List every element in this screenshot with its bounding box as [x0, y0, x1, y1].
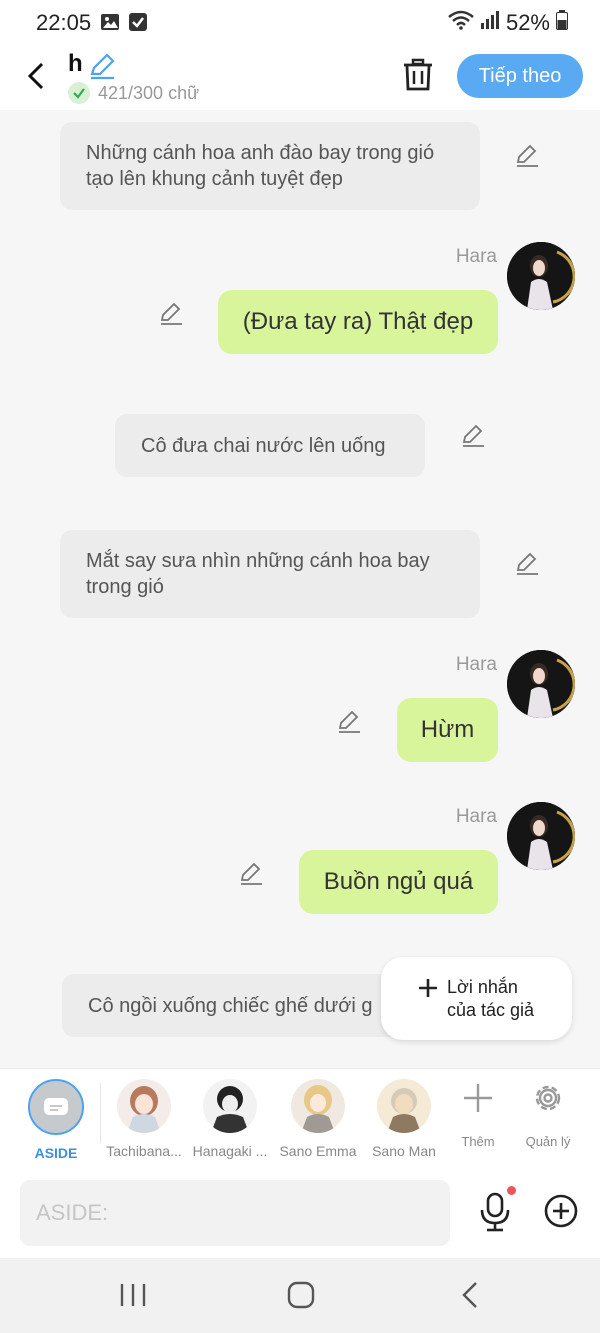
status-time: 22:05 [36, 10, 92, 35]
char-count: 421/300 chữ [98, 82, 200, 103]
recent-apps-icon [120, 1284, 146, 1306]
character-label: ASIDE [34, 1145, 78, 1161]
aside-avatar [28, 1079, 84, 1135]
sender-name: Hara [455, 806, 497, 827]
gear-icon [535, 1085, 561, 1111]
message-input[interactable] [20, 1180, 450, 1246]
pencil-icon [240, 862, 262, 885]
edit-message-button[interactable] [238, 860, 264, 886]
pencil-icon [516, 144, 538, 167]
edit-message-button[interactable] [336, 708, 362, 734]
character-sano-man[interactable]: Sano Man [364, 1079, 444, 1159]
recent-apps-button[interactable] [118, 1280, 148, 1315]
message-text: Cô ngồi xuống chiếc ghế dưới g [88, 994, 373, 1017]
add-character-button[interactable]: Thêm [443, 1081, 513, 1149]
character-tachibana[interactable]: Tachibana... [104, 1079, 184, 1159]
pencil-icon [338, 710, 360, 733]
char-count-row: 421/300 chữ [68, 82, 199, 104]
back-button[interactable] [20, 56, 60, 96]
message-text: Buồn ngủ quá [323, 868, 474, 895]
sender-name: Hara [455, 654, 497, 675]
character-avatar [377, 1079, 431, 1133]
character-label: Hanagaki ... [192, 1143, 268, 1159]
battery-text: 52% [505, 10, 550, 35]
character-label: Sano Man [372, 1143, 436, 1159]
manage-button[interactable]: Quản lý [513, 1081, 583, 1149]
character-hanagaki[interactable]: Hanagaki ... [190, 1079, 270, 1159]
system-back-button[interactable] [456, 1280, 486, 1315]
message-text: Mắt say sưa nhìn những cánh hoa bay tron… [86, 550, 430, 598]
input-bar [0, 1168, 600, 1258]
author-note-button[interactable]: Lời nhắn của tác giả [381, 957, 572, 1040]
plus-icon [464, 1084, 492, 1112]
chevron-left-icon [27, 62, 44, 90]
author-note-line2: của tác giả [447, 999, 535, 1020]
message-text: Cô đưa chai nước lên uống [141, 434, 386, 457]
wifi-icon [448, 10, 474, 36]
author-note-line1: Lời nhắn [447, 976, 518, 997]
pencil-icon [516, 552, 538, 575]
message-text: Những cánh hoa anh đào bay trong gió tạo… [86, 142, 435, 190]
status-bar: 22:05 52% [0, 0, 600, 44]
character-label: Sano Emma [279, 1143, 357, 1159]
plus-icon [417, 974, 439, 1006]
message-text: Hừm [420, 716, 475, 743]
divider [100, 1083, 101, 1143]
character-aside[interactable]: ASIDE [16, 1079, 96, 1161]
pencil-icon [90, 53, 115, 80]
checkbox-icon [128, 12, 148, 37]
hara-avatar[interactable] [507, 650, 575, 718]
voice-button[interactable] [478, 1190, 514, 1234]
manage-label: Quản lý [525, 1134, 571, 1149]
dialogue-message[interactable]: (Đưa tay ra) Thật đẹp [218, 290, 498, 354]
character-label: Tachibana... [106, 1143, 182, 1159]
sender-name: Hara [455, 246, 497, 267]
check-icon [68, 82, 90, 104]
delete-button[interactable] [402, 58, 434, 92]
dialogue-message[interactable]: Hừm [397, 698, 498, 762]
hara-avatar[interactable] [507, 802, 575, 870]
edit-message-button[interactable] [514, 550, 540, 576]
narration-message[interactable]: Mắt say sưa nhìn những cánh hoa bay tron… [60, 530, 480, 618]
message-text: (Đưa tay ra) Thật đẹp [242, 308, 474, 335]
chat-area[interactable]: Những cánh hoa anh đào bay trong gió tạo… [0, 110, 600, 1068]
image-icon [100, 12, 120, 37]
add-label: Thêm [461, 1134, 495, 1149]
character-avatar [203, 1079, 257, 1133]
edit-title-button[interactable] [88, 52, 116, 80]
hara-avatar[interactable] [507, 242, 575, 310]
edit-message-button[interactable] [514, 142, 540, 168]
character-avatar [117, 1079, 171, 1133]
next-button[interactable]: Tiếp theo [457, 54, 583, 98]
add-button[interactable] [544, 1194, 578, 1228]
microphone-icon [480, 1192, 510, 1232]
system-nav-bar [0, 1258, 600, 1333]
pencil-icon [160, 302, 182, 325]
pencil-icon [462, 424, 484, 447]
plus-circle-icon [544, 1194, 578, 1228]
dialogue-message[interactable]: Buồn ngủ quá [299, 850, 498, 914]
chevron-left-icon [462, 1282, 477, 1308]
trash-icon [404, 58, 432, 91]
story-title: h [68, 50, 83, 77]
home-button[interactable] [286, 1280, 316, 1315]
home-icon [287, 1281, 315, 1309]
narration-message[interactable]: Những cánh hoa anh đào bay trong gió tạo… [60, 122, 480, 210]
narration-message[interactable]: Cô đưa chai nước lên uống [115, 414, 425, 477]
chat-bubble-icon [44, 1098, 68, 1115]
character-avatar [291, 1079, 345, 1133]
signal-icon [480, 10, 500, 36]
edit-message-button[interactable] [460, 422, 486, 448]
notification-dot [507, 1186, 516, 1195]
character-bar: ASIDE Tachibana... Hanagaki ... Sano Emm… [0, 1068, 600, 1168]
character-sano-emma[interactable]: Sano Emma [278, 1079, 358, 1159]
edit-message-button[interactable] [158, 300, 184, 326]
battery-icon [556, 10, 568, 36]
top-bar: h 421/300 chữ Tiếp theo [0, 44, 600, 110]
